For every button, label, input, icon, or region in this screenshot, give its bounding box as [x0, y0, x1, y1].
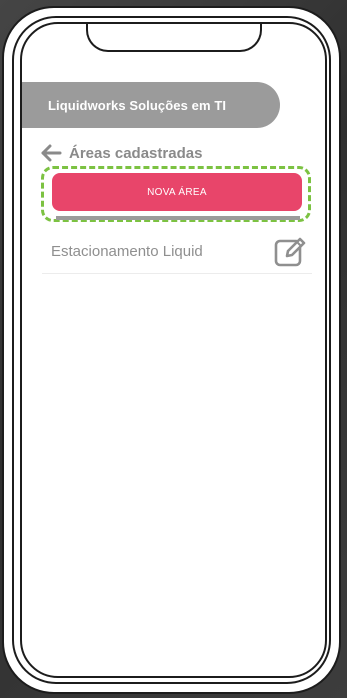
area-name: Estacionamento Liquid — [51, 243, 203, 260]
background: Liquidworks Soluções em TI Áreas cadastr… — [0, 0, 347, 698]
company-name: Liquidworks Soluções em TI — [48, 97, 227, 113]
phone-screen: Liquidworks Soluções em TI Áreas cadastr… — [20, 22, 327, 678]
new-area-button[interactable]: NOVA ÁREA — [52, 173, 302, 211]
page-title: Áreas cadastradas — [69, 144, 203, 162]
arrow-left-icon[interactable] — [40, 143, 64, 163]
list-item[interactable]: Estacionamento Liquid — [42, 230, 312, 274]
divider — [56, 216, 300, 220]
phone-notch — [86, 24, 262, 52]
company-banner: Liquidworks Soluções em TI — [22, 82, 280, 128]
page-header: Áreas cadastradas — [40, 141, 202, 165]
edit-icon[interactable] — [272, 234, 308, 270]
